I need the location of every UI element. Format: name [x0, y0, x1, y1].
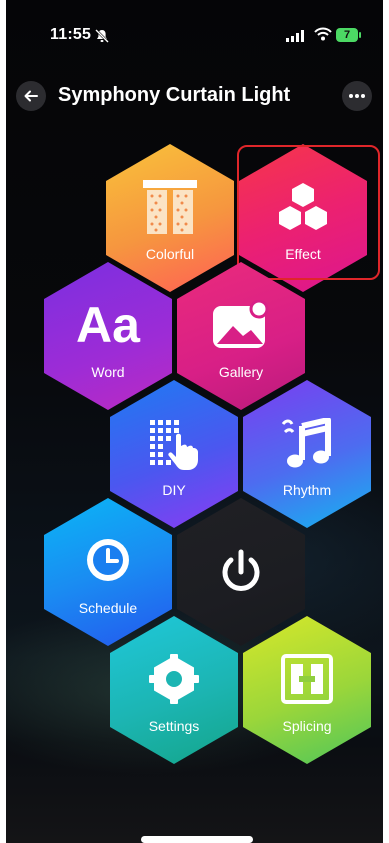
music-note-icon [281, 418, 331, 468]
word-label: Word [91, 364, 125, 380]
power-icon [222, 549, 260, 591]
battery-indicator: 7 [336, 28, 361, 42]
more-button[interactable] [342, 81, 372, 111]
signal-icon [286, 30, 304, 42]
splice-icon [281, 654, 333, 704]
status-bar: 11:55 7 [6, 0, 383, 74]
home-indicator [141, 836, 253, 843]
diy-label: DIY [162, 482, 186, 498]
wifi-icon [314, 27, 332, 41]
page-title: Symphony Curtain Light [58, 84, 291, 106]
bell-muted-icon [95, 29, 109, 43]
colorful-label: Colorful [145, 246, 195, 262]
picture-icon [213, 300, 269, 348]
app-screen: 11:55 7 Symphony Curtain Light Colorful … [6, 0, 383, 843]
app-header: Symphony Curtain Light [6, 78, 383, 114]
back-arrow-icon [24, 90, 38, 102]
more-dots-icon [349, 94, 365, 98]
status-time: 11:55 [50, 26, 92, 43]
clock-icon [87, 539, 129, 581]
tap-grid-icon [150, 420, 198, 470]
curtain-icon [143, 180, 197, 234]
effect-highlight-box [237, 145, 380, 280]
splicing-label: Splicing [282, 718, 332, 734]
settings-tile[interactable]: Settings [110, 616, 238, 764]
word-glyph: Aa [76, 297, 140, 353]
back-button[interactable] [16, 81, 46, 111]
gear-icon [149, 654, 199, 704]
schedule-label: Schedule [78, 600, 138, 616]
splicing-tile[interactable]: Splicing [243, 616, 371, 764]
rhythm-label: Rhythm [282, 482, 332, 498]
settings-label: Settings [148, 718, 200, 734]
gallery-label: Gallery [218, 364, 264, 380]
